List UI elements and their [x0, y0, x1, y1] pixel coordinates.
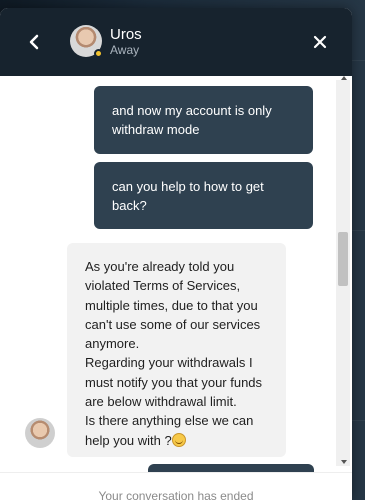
- back-button[interactable]: [22, 30, 46, 54]
- agent-avatar: [70, 25, 103, 58]
- message-line: back?: [112, 198, 147, 213]
- agent-message-avatar: [25, 418, 55, 448]
- message-line: Regarding your withdrawals I: [85, 355, 253, 371]
- message-list[interactable]: and now my account is only withdraw mode…: [0, 76, 352, 472]
- conversation-ended-text: Your conversation has ended: [98, 489, 254, 500]
- message-line: are below withdrawal limit.: [85, 394, 237, 410]
- chat-header: Uros Away: [0, 8, 352, 76]
- grinning-face-icon: [171, 432, 186, 447]
- scroll-up-arrow-icon[interactable]: [341, 76, 347, 80]
- close-icon: [313, 35, 327, 49]
- agent-name: Uros: [110, 26, 142, 43]
- chevron-left-icon: [29, 34, 39, 50]
- message-line: violated Terms of Services,: [85, 278, 241, 294]
- incoming-message: As you're already told you violated Term…: [67, 243, 286, 457]
- agent-status: Away: [110, 43, 140, 57]
- message-line: withdraw mode: [112, 122, 200, 137]
- message-line: can't use some of our services: [85, 316, 261, 332]
- close-button[interactable]: [308, 30, 332, 54]
- message-line: anymore.: [85, 336, 140, 352]
- message-line: As you're already told you: [85, 259, 235, 274]
- scroll-down-arrow-icon[interactable]: [341, 460, 347, 464]
- message-line: must notify you that your funds: [85, 374, 263, 390]
- message-line: Is there anything else we can: [85, 413, 254, 429]
- outgoing-message: and now my account is only withdraw mode: [94, 86, 313, 154]
- message-line: help you with ?: [85, 432, 172, 448]
- chat-footer: Your conversation has ended: [0, 472, 352, 500]
- scrollbar-thumb[interactable]: [338, 232, 348, 286]
- chat-widget: Uros Away and now my account is only wit…: [0, 8, 352, 500]
- outgoing-message: can you help to how to get back?: [94, 162, 313, 229]
- message-line: and now my account is only: [112, 103, 272, 118]
- status-indicator: [94, 49, 103, 58]
- message-line: multiple times, due to that you: [85, 297, 258, 313]
- message-line: can you help to how to get: [112, 179, 264, 194]
